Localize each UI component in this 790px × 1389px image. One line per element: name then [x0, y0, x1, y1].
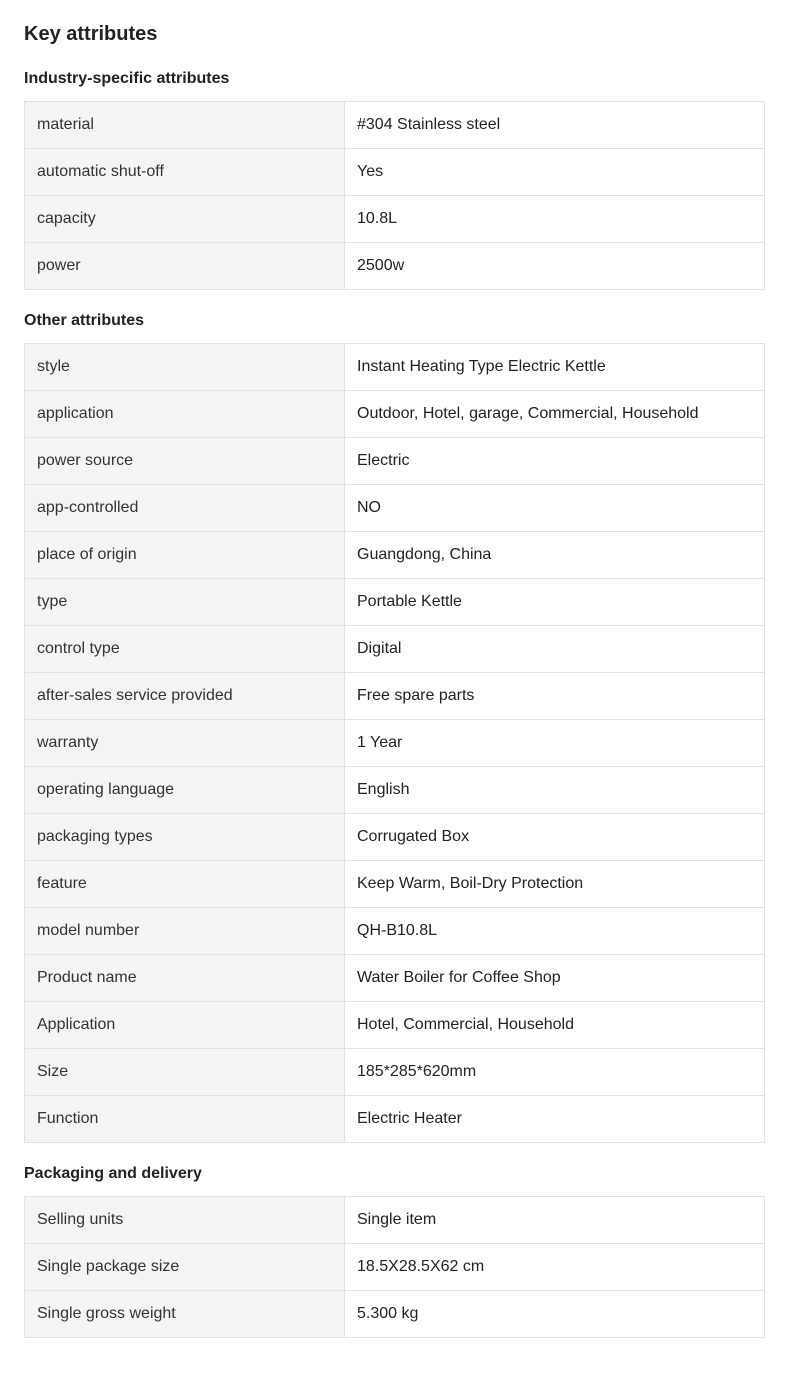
- table-row: Single gross weight 5.300 kg: [24, 1290, 765, 1338]
- table-row: automatic shut-off Yes: [24, 148, 765, 196]
- table-row: power 2500w: [24, 242, 765, 290]
- table-row: Function Electric Heater: [24, 1095, 765, 1143]
- page-title: Key attributes: [24, 23, 158, 45]
- other-attributes-table: style Instant Heating Type Electric Kett…: [24, 343, 765, 1143]
- table-row: operating language English: [24, 766, 765, 814]
- table-row: after-sales service provided Free spare …: [24, 672, 765, 720]
- attribute-key: automatic shut-off: [24, 148, 345, 196]
- attribute-key: Function: [24, 1095, 345, 1143]
- table-row: application Outdoor, Hotel, garage, Comm…: [24, 390, 765, 438]
- attribute-key: feature: [24, 860, 345, 908]
- attribute-key: Selling units: [24, 1196, 345, 1244]
- attribute-value: QH-B10.8L: [344, 907, 765, 955]
- attribute-value: 2500w: [344, 242, 765, 290]
- attribute-value: 18.5X28.5X62 cm: [344, 1243, 765, 1291]
- table-row: warranty 1 Year: [24, 719, 765, 767]
- table-row: Selling units Single item: [24, 1196, 765, 1244]
- table-row: material #304 Stainless steel: [24, 101, 765, 149]
- attribute-value: Free spare parts: [344, 672, 765, 720]
- table-row: Size 185*285*620mm: [24, 1048, 765, 1096]
- table-row: Single package size 18.5X28.5X62 cm: [24, 1243, 765, 1291]
- table-row: place of origin Guangdong, China: [24, 531, 765, 579]
- attribute-key: Single gross weight: [24, 1290, 345, 1338]
- attribute-key: material: [24, 101, 345, 149]
- attribute-value: Corrugated Box: [344, 813, 765, 861]
- table-row: feature Keep Warm, Boil-Dry Protection: [24, 860, 765, 908]
- table-row: control type Digital: [24, 625, 765, 673]
- attribute-key: control type: [24, 625, 345, 673]
- attribute-key: style: [24, 343, 345, 391]
- attribute-value: Water Boiler for Coffee Shop: [344, 954, 765, 1002]
- attribute-value: English: [344, 766, 765, 814]
- attribute-key: type: [24, 578, 345, 626]
- table-row: power source Electric: [24, 437, 765, 485]
- attribute-value: Digital: [344, 625, 765, 673]
- attribute-value: Instant Heating Type Electric Kettle: [344, 343, 765, 391]
- packaging-and-delivery-table: Selling units Single item Single package…: [24, 1196, 765, 1338]
- section-title-other-attributes: Other attributes: [24, 312, 145, 329]
- attribute-key: application: [24, 390, 345, 438]
- attribute-value: Yes: [344, 148, 765, 196]
- attribute-value: Electric: [344, 437, 765, 485]
- attribute-key: warranty: [24, 719, 345, 767]
- attribute-key: packaging types: [24, 813, 345, 861]
- attribute-value: 10.8L: [344, 195, 765, 243]
- key-attributes-page: Key attributes Industry-specific attribu…: [0, 0, 790, 1338]
- attribute-value: Single item: [344, 1196, 765, 1244]
- attribute-key: Application: [24, 1001, 345, 1049]
- attribute-key: power source: [24, 437, 345, 485]
- attribute-value: Outdoor, Hotel, garage, Commercial, Hous…: [344, 390, 765, 438]
- attribute-key: place of origin: [24, 531, 345, 579]
- attribute-key: Single package size: [24, 1243, 345, 1291]
- table-row: capacity 10.8L: [24, 195, 765, 243]
- table-row: type Portable Kettle: [24, 578, 765, 626]
- table-row: style Instant Heating Type Electric Kett…: [24, 343, 765, 391]
- attribute-value: #304 Stainless steel: [344, 101, 765, 149]
- attribute-key: operating language: [24, 766, 345, 814]
- attribute-key: app-controlled: [24, 484, 345, 532]
- attribute-key: capacity: [24, 195, 345, 243]
- attribute-key: after-sales service provided: [24, 672, 345, 720]
- attribute-value: 5.300 kg: [344, 1290, 765, 1338]
- table-row: model number QH-B10.8L: [24, 907, 765, 955]
- attribute-key: power: [24, 242, 345, 290]
- attribute-value: Keep Warm, Boil-Dry Protection: [344, 860, 765, 908]
- attribute-value: 1 Year: [344, 719, 765, 767]
- section-title-packaging-and-delivery: Packaging and delivery: [24, 1165, 202, 1182]
- table-row: packaging types Corrugated Box: [24, 813, 765, 861]
- attribute-value: Portable Kettle: [344, 578, 765, 626]
- attribute-key: Product name: [24, 954, 345, 1002]
- table-row: Product name Water Boiler for Coffee Sho…: [24, 954, 765, 1002]
- section-title-industry-specific: Industry-specific attributes: [24, 70, 230, 87]
- industry-specific-attributes-table: material #304 Stainless steel automatic …: [24, 101, 765, 290]
- attribute-value: NO: [344, 484, 765, 532]
- attribute-value: Hotel, Commercial, Household: [344, 1001, 765, 1049]
- attribute-value: Electric Heater: [344, 1095, 765, 1143]
- attribute-value: Guangdong, China: [344, 531, 765, 579]
- table-row: app-controlled NO: [24, 484, 765, 532]
- attribute-key: Size: [24, 1048, 345, 1096]
- attribute-value: 185*285*620mm: [344, 1048, 765, 1096]
- attribute-key: model number: [24, 907, 345, 955]
- table-row: Application Hotel, Commercial, Household: [24, 1001, 765, 1049]
